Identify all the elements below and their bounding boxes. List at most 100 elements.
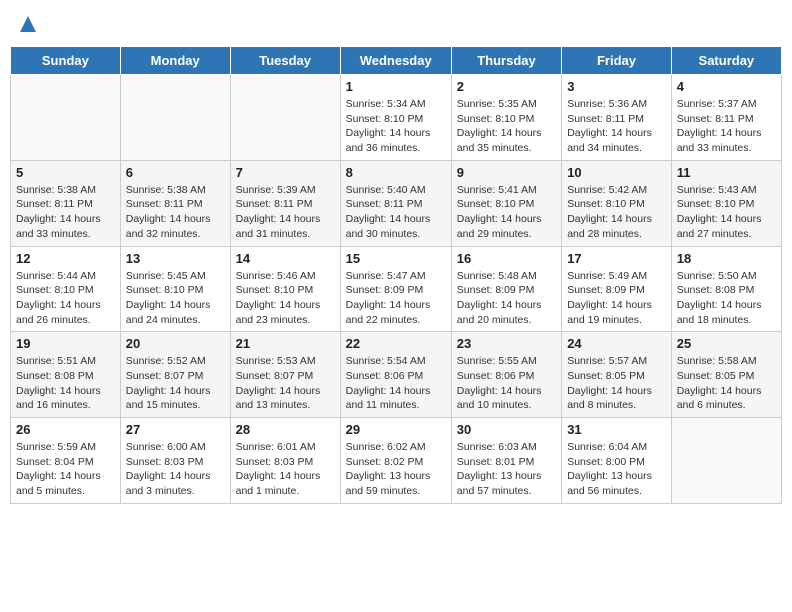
day-number: 28 bbox=[236, 422, 335, 437]
header-row: SundayMondayTuesdayWednesdayThursdayFrid… bbox=[11, 47, 782, 75]
calendar-cell: 31 Sunrise: 6:04 AM Sunset: 8:00 PM Dayli… bbox=[562, 418, 672, 504]
day-number: 8 bbox=[346, 165, 446, 180]
day-number: 13 bbox=[126, 251, 225, 266]
day-number: 4 bbox=[677, 79, 776, 94]
calendar-cell: 2Sunrise: 5:35 AM Sunset: 8:10 PM Daylig… bbox=[451, 75, 561, 161]
calendar-cell: 30Sunrise: 6:03 AM Sunset: 8:01 PM Dayli… bbox=[451, 418, 561, 504]
day-number: 17 bbox=[567, 251, 666, 266]
calendar-cell: 12 Sunrise: 5:44 AM Sunset: 8:10 PM Dayli… bbox=[11, 246, 121, 332]
header-day-saturday: Saturday bbox=[671, 47, 781, 75]
day-detail: Sunrise: 5:36 AM Sunset: 8:11 PM Dayligh… bbox=[567, 97, 666, 156]
day-detail: Sunrise: 5:38 AM Sunset: 8:11 PM Dayligh… bbox=[126, 183, 225, 242]
day-detail: Sunrise: 5:37 AM Sunset: 8:11 PM Dayligh… bbox=[677, 97, 776, 156]
calendar-cell: 10 Sunrise: 5:42 AM Sunset: 8:10 PM Dayli… bbox=[562, 160, 672, 246]
calendar-cell: 9 Sunrise: 5:41 AM Sunset: 8:10 PM Daylig… bbox=[451, 160, 561, 246]
calendar-cell: 22 Sunrise: 5:54 AM Sunset: 8:06 PM Dayli… bbox=[340, 332, 451, 418]
calendar-cell: 11Sunrise: 5:43 AM Sunset: 8:10 PM Dayli… bbox=[671, 160, 781, 246]
calendar-cell: 15 Sunrise: 5:47 AM Sunset: 8:09 PM Dayli… bbox=[340, 246, 451, 332]
day-number: 27 bbox=[126, 422, 225, 437]
day-detail: Sunrise: 5:51 AM Sunset: 8:08 PM Dayligh… bbox=[16, 354, 115, 413]
header-day-tuesday: Tuesday bbox=[230, 47, 340, 75]
day-detail: Sunrise: 5:34 AM Sunset: 8:10 PM Dayligh… bbox=[346, 97, 446, 156]
calendar-cell bbox=[120, 75, 230, 161]
calendar-cell: 13Sunrise: 5:45 AM Sunset: 8:10 PM Dayli… bbox=[120, 246, 230, 332]
day-detail: Sunrise: 5:38 AM Sunset: 8:11 PM Dayligh… bbox=[16, 183, 115, 242]
day-detail: Sunrise: 5:48 AM Sunset: 8:09 PM Dayligh… bbox=[457, 269, 556, 328]
day-detail: Sunrise: 5:46 AM Sunset: 8:10 PM Dayligh… bbox=[236, 269, 335, 328]
day-detail: Sunrise: 6:02 AM Sunset: 8:02 PM Dayligh… bbox=[346, 440, 446, 499]
page-header bbox=[10, 10, 782, 38]
day-detail: Sunrise: 5:58 AM Sunset: 8:05 PM Dayligh… bbox=[677, 354, 776, 413]
day-detail: Sunrise: 5:57 AM Sunset: 8:05 PM Dayligh… bbox=[567, 354, 666, 413]
day-number: 1 bbox=[346, 79, 446, 94]
day-number: 20 bbox=[126, 336, 225, 351]
calendar-cell: 26 Sunrise: 5:59 AM Sunset: 8:04 PM Dayli… bbox=[11, 418, 121, 504]
day-detail: Sunrise: 5:59 AM Sunset: 8:04 PM Dayligh… bbox=[16, 440, 115, 499]
day-detail: Sunrise: 5:40 AM Sunset: 8:11 PM Dayligh… bbox=[346, 183, 446, 242]
day-detail: Sunrise: 5:49 AM Sunset: 8:09 PM Dayligh… bbox=[567, 269, 666, 328]
day-detail: Sunrise: 5:35 AM Sunset: 8:10 PM Dayligh… bbox=[457, 97, 556, 156]
day-number: 3 bbox=[567, 79, 666, 94]
week-row-4: 19 Sunrise: 5:51 AM Sunset: 8:08 PM Dayli… bbox=[11, 332, 782, 418]
day-detail: Sunrise: 5:41 AM Sunset: 8:10 PM Dayligh… bbox=[457, 183, 556, 242]
day-detail: Sunrise: 6:00 AM Sunset: 8:03 PM Dayligh… bbox=[126, 440, 225, 499]
calendar-cell: 16 Sunrise: 5:48 AM Sunset: 8:09 PM Dayli… bbox=[451, 246, 561, 332]
day-number: 6 bbox=[126, 165, 225, 180]
day-number: 26 bbox=[16, 422, 115, 437]
header-day-sunday: Sunday bbox=[11, 47, 121, 75]
logo-triangle-icon bbox=[18, 14, 38, 34]
day-detail: Sunrise: 5:47 AM Sunset: 8:09 PM Dayligh… bbox=[346, 269, 446, 328]
calendar-cell: 17 Sunrise: 5:49 AM Sunset: 8:09 PM Dayli… bbox=[562, 246, 672, 332]
day-number: 31 bbox=[567, 422, 666, 437]
day-number: 22 bbox=[346, 336, 446, 351]
day-detail: Sunrise: 5:44 AM Sunset: 8:10 PM Dayligh… bbox=[16, 269, 115, 328]
day-detail: Sunrise: 5:39 AM Sunset: 8:11 PM Dayligh… bbox=[236, 183, 335, 242]
calendar-cell: 3 Sunrise: 5:36 AM Sunset: 8:11 PM Daylig… bbox=[562, 75, 672, 161]
day-detail: Sunrise: 5:55 AM Sunset: 8:06 PM Dayligh… bbox=[457, 354, 556, 413]
day-number: 16 bbox=[457, 251, 556, 266]
day-number: 23 bbox=[457, 336, 556, 351]
day-number: 18 bbox=[677, 251, 776, 266]
day-number: 12 bbox=[16, 251, 115, 266]
calendar-cell: 5 Sunrise: 5:38 AM Sunset: 8:11 PM Daylig… bbox=[11, 160, 121, 246]
header-day-friday: Friday bbox=[562, 47, 672, 75]
calendar-cell: 25 Sunrise: 5:58 AM Sunset: 8:05 PM Dayli… bbox=[671, 332, 781, 418]
calendar-cell: 20 Sunrise: 5:52 AM Sunset: 8:07 PM Dayli… bbox=[120, 332, 230, 418]
calendar-cell: 27 Sunrise: 6:00 AM Sunset: 8:03 PM Dayli… bbox=[120, 418, 230, 504]
calendar-cell bbox=[11, 75, 121, 161]
calendar-cell: 21Sunrise: 5:53 AM Sunset: 8:07 PM Dayli… bbox=[230, 332, 340, 418]
day-number: 15 bbox=[346, 251, 446, 266]
week-row-3: 12 Sunrise: 5:44 AM Sunset: 8:10 PM Dayli… bbox=[11, 246, 782, 332]
calendar-cell: 28 Sunrise: 6:01 AM Sunset: 8:03 PM Dayli… bbox=[230, 418, 340, 504]
day-number: 21 bbox=[236, 336, 335, 351]
day-number: 9 bbox=[457, 165, 556, 180]
day-number: 7 bbox=[236, 165, 335, 180]
calendar-cell: 6 Sunrise: 5:38 AM Sunset: 8:11 PM Daylig… bbox=[120, 160, 230, 246]
calendar-cell: 8 Sunrise: 5:40 AM Sunset: 8:11 PM Daylig… bbox=[340, 160, 451, 246]
day-detail: Sunrise: 6:04 AM Sunset: 8:00 PM Dayligh… bbox=[567, 440, 666, 499]
day-number: 5 bbox=[16, 165, 115, 180]
calendar-cell: 29Sunrise: 6:02 AM Sunset: 8:02 PM Dayli… bbox=[340, 418, 451, 504]
day-number: 25 bbox=[677, 336, 776, 351]
week-row-1: 1 Sunrise: 5:34 AM Sunset: 8:10 PM Daylig… bbox=[11, 75, 782, 161]
header-day-wednesday: Wednesday bbox=[340, 47, 451, 75]
day-detail: Sunrise: 5:42 AM Sunset: 8:10 PM Dayligh… bbox=[567, 183, 666, 242]
calendar-cell: 14 Sunrise: 5:46 AM Sunset: 8:10 PM Dayli… bbox=[230, 246, 340, 332]
calendar-cell: 7 Sunrise: 5:39 AM Sunset: 8:11 PM Daylig… bbox=[230, 160, 340, 246]
day-number: 19 bbox=[16, 336, 115, 351]
calendar-cell: 23 Sunrise: 5:55 AM Sunset: 8:06 PM Dayli… bbox=[451, 332, 561, 418]
day-number: 10 bbox=[567, 165, 666, 180]
logo bbox=[16, 14, 38, 34]
day-number: 14 bbox=[236, 251, 335, 266]
week-row-5: 26 Sunrise: 5:59 AM Sunset: 8:04 PM Dayli… bbox=[11, 418, 782, 504]
day-number: 24 bbox=[567, 336, 666, 351]
day-detail: Sunrise: 5:54 AM Sunset: 8:06 PM Dayligh… bbox=[346, 354, 446, 413]
calendar-cell: 19 Sunrise: 5:51 AM Sunset: 8:08 PM Dayli… bbox=[11, 332, 121, 418]
header-day-monday: Monday bbox=[120, 47, 230, 75]
day-detail: Sunrise: 5:52 AM Sunset: 8:07 PM Dayligh… bbox=[126, 354, 225, 413]
day-detail: Sunrise: 6:01 AM Sunset: 8:03 PM Dayligh… bbox=[236, 440, 335, 499]
calendar-cell bbox=[230, 75, 340, 161]
day-detail: Sunrise: 5:50 AM Sunset: 8:08 PM Dayligh… bbox=[677, 269, 776, 328]
day-number: 30 bbox=[457, 422, 556, 437]
calendar-cell: 24 Sunrise: 5:57 AM Sunset: 8:05 PM Dayli… bbox=[562, 332, 672, 418]
